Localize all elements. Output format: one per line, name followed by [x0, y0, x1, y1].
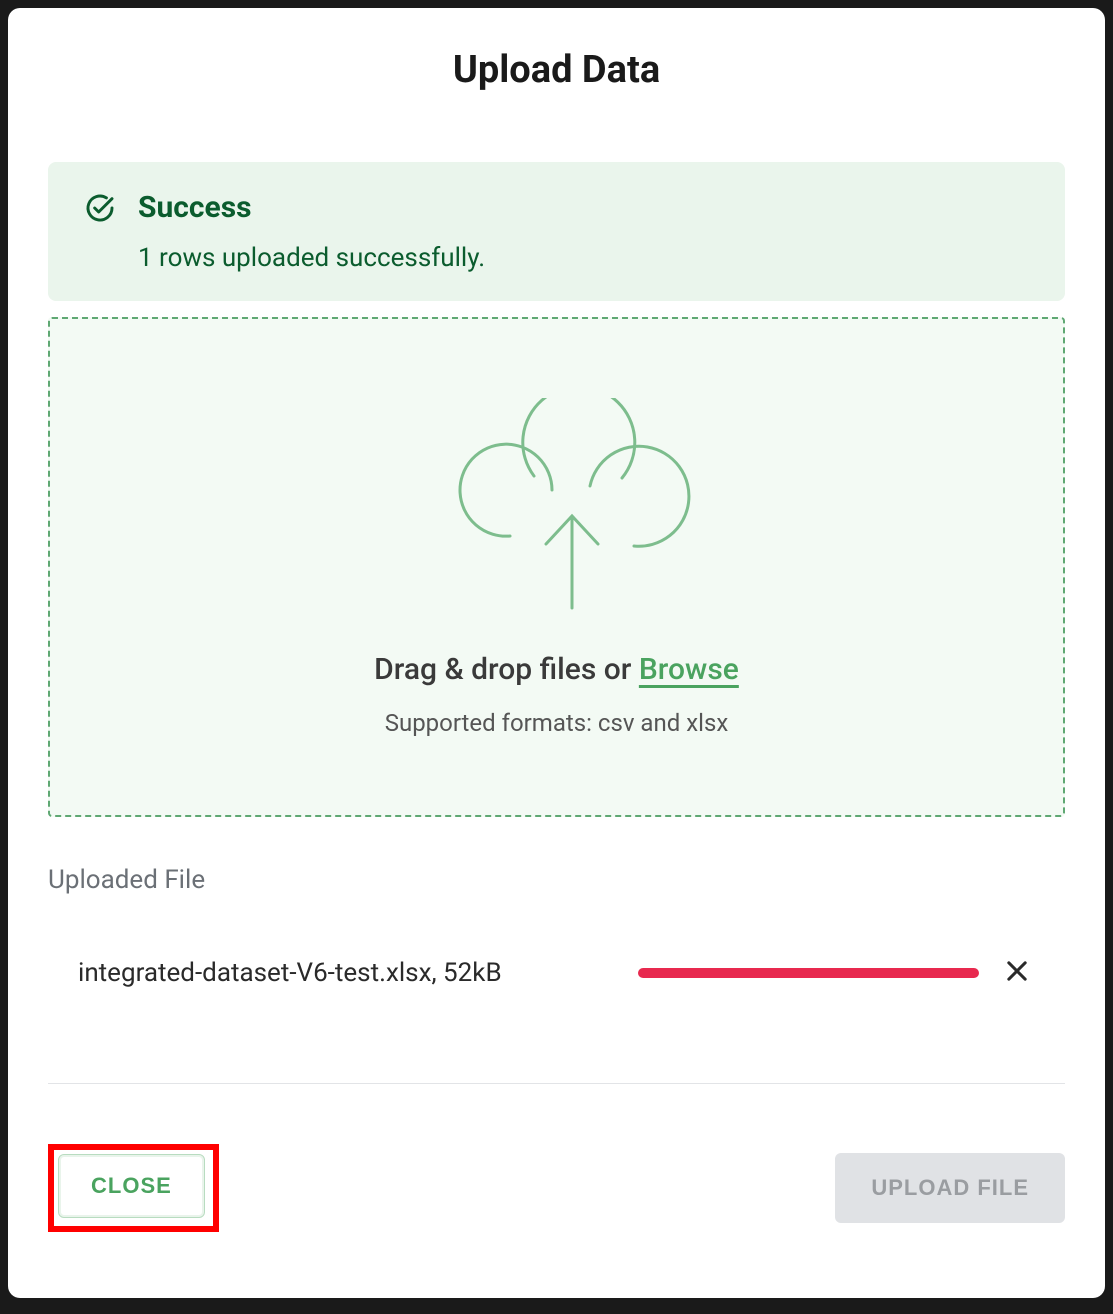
modal-footer: CLOSE UPLOAD FILE	[48, 1144, 1065, 1232]
success-message: 1 rows uploaded successfully.	[138, 243, 485, 273]
dropzone-prefix: Drag & drop files or	[374, 652, 639, 687]
upload-file-button[interactable]: UPLOAD FILE	[835, 1153, 1065, 1223]
file-dropzone[interactable]: Drag & drop files or Browse Supported fo…	[48, 317, 1065, 817]
success-content: Success 1 rows uploaded successfully.	[138, 190, 485, 273]
uploaded-file-row: integrated-dataset-V6-test.xlsx, 52kB	[48, 953, 1065, 993]
supported-formats: Supported formats: csv and xlsx	[385, 709, 729, 737]
dropzone-text: Drag & drop files or Browse	[374, 652, 739, 687]
cloud-upload-icon	[422, 398, 692, 622]
close-icon	[1003, 957, 1031, 985]
upload-progress	[638, 968, 979, 978]
remove-file-button[interactable]	[999, 953, 1035, 993]
success-alert: Success 1 rows uploaded successfully.	[48, 162, 1065, 301]
close-button-highlight: CLOSE	[48, 1144, 219, 1232]
upload-data-modal: Upload Data Success 1 rows uploaded succ…	[8, 8, 1105, 1298]
success-title: Success	[138, 190, 485, 225]
modal-title: Upload Data	[48, 48, 1065, 92]
close-button[interactable]: CLOSE	[58, 1154, 205, 1218]
success-check-icon	[84, 192, 116, 228]
uploaded-file-name: integrated-dataset-V6-test.xlsx, 52kB	[78, 958, 638, 988]
uploaded-file-section-label: Uploaded File	[48, 865, 1065, 895]
footer-divider	[48, 1083, 1065, 1084]
browse-link[interactable]: Browse	[639, 652, 739, 687]
progress-bar-fill	[638, 968, 979, 978]
